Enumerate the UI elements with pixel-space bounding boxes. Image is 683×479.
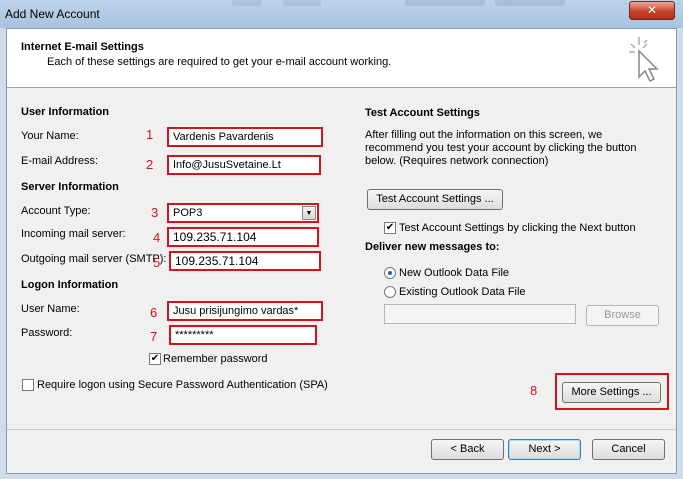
incoming-server-label: Incoming mail server:	[21, 228, 126, 240]
auto-test-checkbox[interactable]: ✔	[384, 222, 396, 234]
email-field[interactable]: Info@JusuSvetaine.Lt	[167, 155, 321, 175]
annotation-3: 3	[151, 205, 159, 220]
outgoing-server-label: Outgoing mail server (SMTP):	[21, 253, 167, 265]
name-label: Your Name:	[21, 130, 79, 142]
existing-data-file-label: Existing Outlook Data File	[399, 286, 526, 298]
password-field[interactable]: *********	[169, 325, 317, 345]
more-settings-button[interactable]: More Settings ...	[562, 382, 661, 403]
close-button[interactable]: ✕	[629, 1, 675, 20]
cursor-sparkle-icon	[629, 37, 659, 83]
server-info-heading: Server Information	[21, 181, 119, 193]
window-title: Add New Account	[5, 7, 100, 21]
annotation-1: 1	[146, 127, 154, 142]
footer-divider	[7, 429, 676, 430]
name-field[interactable]: Vardenis Pavardenis	[167, 127, 323, 147]
background-window-fragment	[232, 0, 262, 6]
incoming-server-field[interactable]: 109.235.71.104	[167, 227, 319, 247]
annotation-5: 5	[153, 255, 161, 270]
browse-button[interactable]: Browse	[586, 305, 659, 326]
background-window-fragment	[405, 0, 485, 6]
username-field[interactable]: Jusu prisijungimo vardas*	[167, 301, 323, 321]
auto-test-label: Test Account Settings by clicking the Ne…	[399, 222, 636, 234]
existing-data-file-radio[interactable]	[384, 286, 396, 298]
account-type-value: POP3	[173, 207, 203, 219]
background-window-fragment	[283, 0, 321, 6]
account-type-select[interactable]: POP3 ▼	[167, 203, 319, 223]
page-subtitle: Each of these settings are required to g…	[47, 56, 392, 68]
user-info-heading: User Information	[21, 106, 110, 118]
password-label: Password:	[21, 327, 73, 339]
account-type-label: Account Type:	[21, 205, 91, 217]
wizard-header: Internet E-mail Settings Each of these s…	[7, 29, 676, 88]
annotation-6: 6	[150, 305, 158, 320]
username-label: User Name:	[21, 303, 80, 315]
close-icon: ✕	[646, 3, 658, 17]
cancel-button[interactable]: Cancel	[592, 439, 665, 460]
new-data-file-label: New Outlook Data File	[399, 267, 510, 279]
annotation-4: 4	[153, 230, 161, 245]
deliver-heading: Deliver new messages to:	[365, 241, 500, 253]
chevron-down-icon[interactable]: ▼	[302, 206, 316, 220]
spa-label: Require logon using Secure Password Auth…	[37, 379, 328, 391]
back-button[interactable]: < Back	[431, 439, 504, 460]
email-label: E-mail Address:	[21, 155, 99, 167]
logon-info-heading: Logon Information	[21, 279, 119, 291]
spa-checkbox[interactable]	[22, 379, 34, 391]
background-window-fragment	[495, 0, 565, 6]
outgoing-server-field[interactable]: 109.235.71.104	[169, 251, 321, 271]
test-settings-description: After filling out the information on thi…	[365, 129, 637, 167]
new-data-file-radio[interactable]	[384, 267, 396, 279]
next-button[interactable]: Next >	[508, 439, 581, 460]
annotation-7: 7	[150, 329, 158, 344]
title-bar: Add New Account ✕	[0, 0, 683, 28]
page-title: Internet E-mail Settings	[21, 41, 144, 53]
dialog-body: Internet E-mail Settings Each of these s…	[6, 28, 677, 474]
annotation-2: 2	[146, 157, 154, 172]
test-account-settings-button[interactable]: Test Account Settings ...	[367, 189, 503, 210]
radio-selected-dot	[388, 271, 392, 275]
annotation-8: 8	[530, 383, 538, 398]
remember-password-label: Remember password	[163, 353, 268, 365]
remember-password-checkbox[interactable]: ✔	[149, 353, 161, 365]
data-file-path-input[interactable]	[384, 304, 576, 324]
test-settings-heading: Test Account Settings	[365, 107, 480, 119]
